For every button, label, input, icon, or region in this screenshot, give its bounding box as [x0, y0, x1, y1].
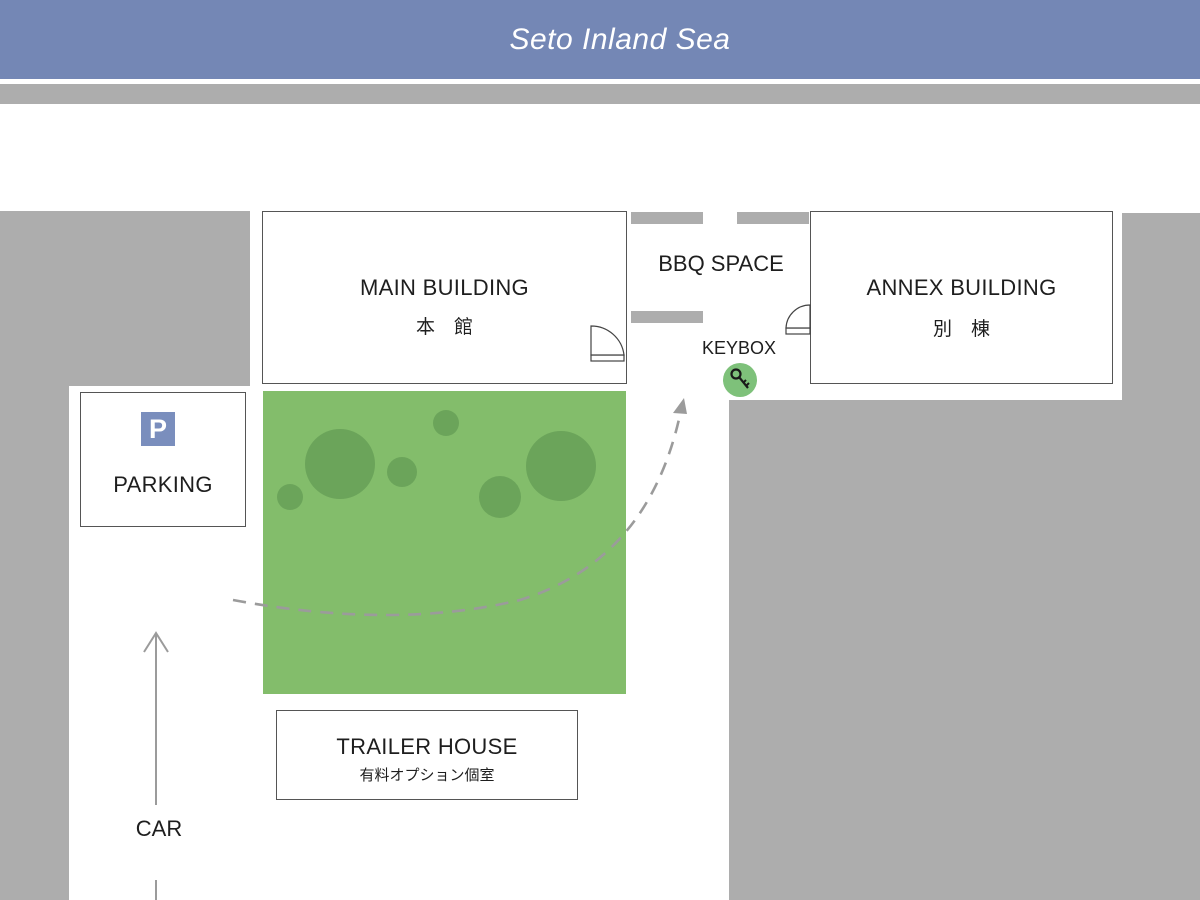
annex-building-door-icon: [785, 304, 811, 335]
tree: [305, 429, 375, 499]
car-route-arrow-icon: [143, 631, 169, 900]
main-building-door-icon: [590, 325, 625, 362]
car-label: CAR: [135, 816, 183, 841]
map-overlay: [143, 304, 811, 900]
tree: [387, 457, 417, 487]
bbq-space-label: BBQ SPACE: [658, 251, 784, 276]
tree: [433, 410, 459, 436]
tree: [479, 476, 521, 518]
site-map: Seto Inland Sea MAIN BUILDING 本 館 ANNEX …: [0, 0, 1200, 900]
tree: [526, 431, 596, 501]
walking-route-arrow-icon: [232, 398, 687, 617]
garden-trees: [277, 410, 596, 518]
key-icon: [723, 363, 757, 397]
tree: [277, 484, 303, 510]
keybox-label: KEYBOX: [701, 338, 777, 358]
